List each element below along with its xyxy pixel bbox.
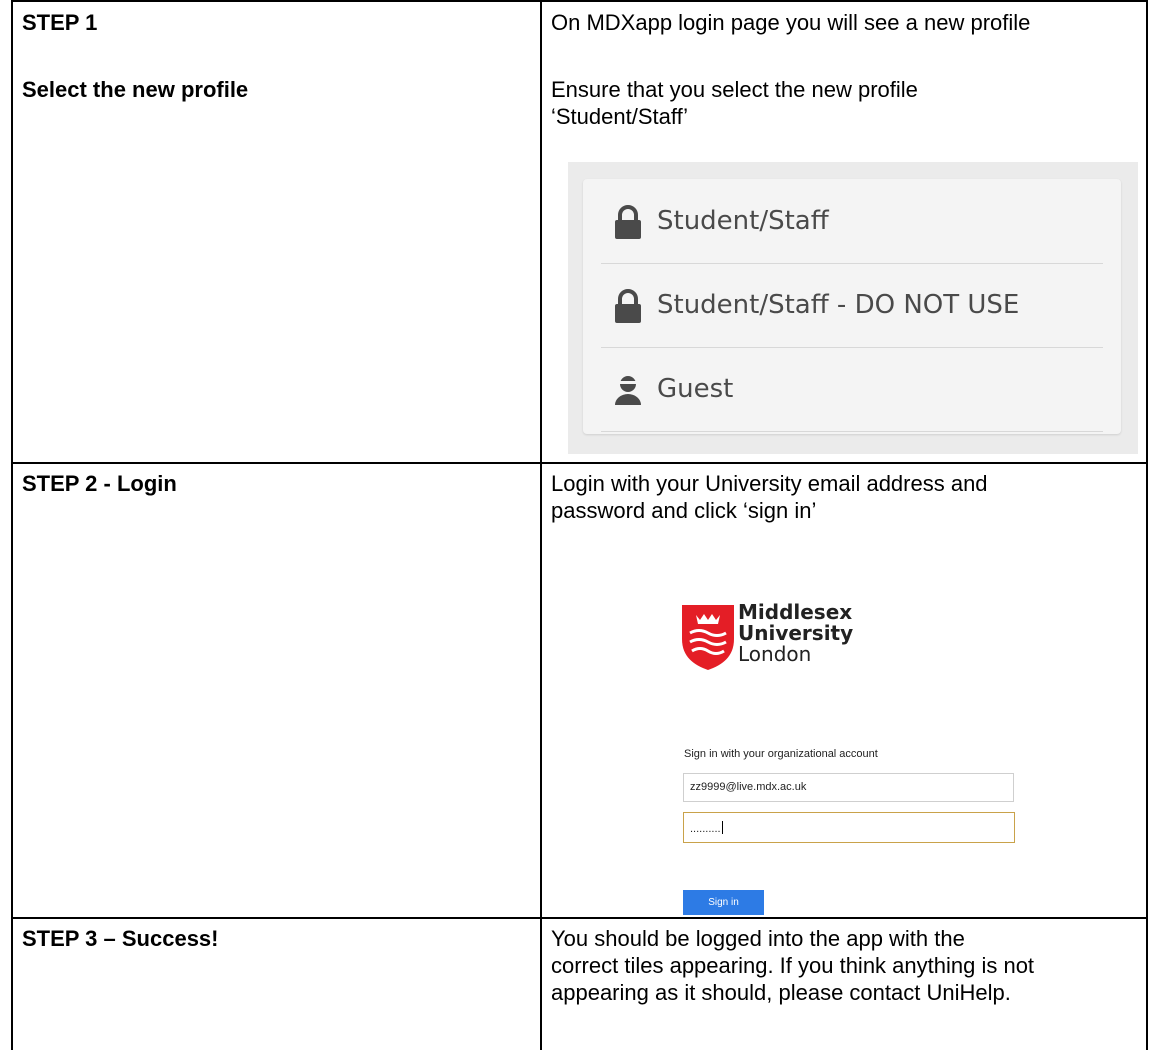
table-border-right xyxy=(1146,0,1148,1050)
instruction-table: STEP 1 Select the new profile On MDXapp … xyxy=(0,0,1158,1050)
email-field[interactable]: zz9999@live.mdx.ac.uk xyxy=(683,773,1014,802)
sign-in-button[interactable]: Sign in xyxy=(683,890,764,915)
step2-instruction-line2: password and click ‘sign in’ xyxy=(551,498,817,523)
wordmark-line-1: Middlesex xyxy=(738,600,853,624)
password-mask: .......... xyxy=(690,823,721,835)
profile-label: Student/Staff xyxy=(657,206,829,236)
step2-heading: STEP 2 - Login xyxy=(22,471,177,496)
step3-instruction-line1: You should be logged into the app with t… xyxy=(551,926,965,951)
profile-label: Guest xyxy=(657,374,734,404)
person-icon xyxy=(615,376,641,405)
lock-icon xyxy=(615,205,641,239)
lock-icon xyxy=(615,289,641,323)
step3-instruction-line2: correct tiles appearing. If you think an… xyxy=(551,953,1035,978)
step1-instruction: On MDXapp login page you will see a new … xyxy=(551,10,1031,35)
profile-selector-screenshot: Student/Staff Student/Staff - DO NOT USE… xyxy=(568,162,1138,454)
profile-item-guest[interactable]: Guest xyxy=(601,347,1103,432)
password-field[interactable]: .......... xyxy=(683,812,1015,843)
step3-instruction-line3: appearing as it should, please contact U… xyxy=(551,980,1011,1005)
text-caret xyxy=(721,821,723,834)
signin-title: Sign in with your organizational account xyxy=(684,748,878,760)
step2-instruction-line1: Login with your University email address… xyxy=(551,471,988,496)
step1-heading: STEP 1 xyxy=(22,10,98,35)
table-row-divider-2 xyxy=(11,917,1148,919)
university-shield-logo xyxy=(682,605,734,670)
step1-detail-line2: ‘Student/Staff’ xyxy=(551,104,688,129)
table-column-divider xyxy=(540,0,542,1050)
profile-item-student-staff[interactable]: Student/Staff xyxy=(601,179,1103,264)
table-border-left xyxy=(11,0,13,1050)
table-row-divider-1 xyxy=(11,462,1148,464)
step1-subheading: Select the new profile xyxy=(22,77,249,102)
wordmark-line-3: London xyxy=(738,642,812,666)
step1-detail-line1: Ensure that you select the new profile xyxy=(551,77,918,102)
profile-list: Student/Staff Student/Staff - DO NOT USE… xyxy=(583,179,1121,434)
step3-heading: STEP 3 – Success! xyxy=(22,926,219,951)
wordmark-line-2: University xyxy=(738,621,854,645)
profile-item-student-staff-do-not-use[interactable]: Student/Staff - DO NOT USE xyxy=(601,263,1103,348)
email-value: zz9999@live.mdx.ac.uk xyxy=(690,781,807,793)
table-border-top xyxy=(11,0,1148,2)
profile-label: Student/Staff - DO NOT USE xyxy=(657,290,1020,320)
university-wordmark: Middlesex University London xyxy=(738,602,853,665)
